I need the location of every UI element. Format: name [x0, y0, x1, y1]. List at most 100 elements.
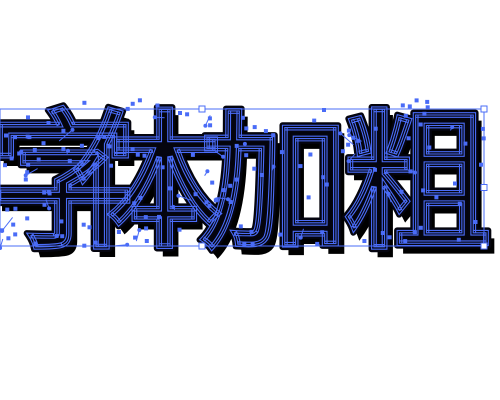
anchor-point[interactable]	[214, 197, 219, 202]
anchor-point[interactable]	[81, 222, 86, 227]
anchor-point[interactable]	[142, 153, 147, 158]
anchor-point[interactable]	[473, 220, 478, 224]
anchor-point[interactable]	[425, 99, 430, 104]
anchor-point[interactable]	[456, 237, 461, 242]
anchor-point[interactable]	[143, 215, 148, 220]
anchor-point[interactable]	[6, 236, 11, 241]
anchor-point[interactable]	[249, 229, 254, 234]
anchor-point[interactable]	[13, 135, 17, 140]
anchor-point[interactable]	[46, 121, 51, 125]
anchor-point[interactable]	[308, 152, 313, 157]
direction-handle-point[interactable]	[137, 228, 142, 232]
anchor-point[interactable]	[407, 104, 412, 109]
anchor-point[interactable]	[96, 136, 101, 141]
anchor-point[interactable]	[135, 152, 140, 157]
anchor-point[interactable]	[41, 141, 46, 146]
anchor-point[interactable]	[298, 164, 303, 169]
anchor-point[interactable]	[463, 141, 468, 146]
bounding-box-handle[interactable]	[198, 242, 206, 250]
anchor-point[interactable]	[380, 231, 385, 235]
bounding-box-handle[interactable]	[480, 184, 488, 191]
anchor-point[interactable]	[306, 195, 311, 200]
anchor-point[interactable]	[279, 150, 284, 155]
direction-handle-point[interactable]	[271, 164, 276, 169]
anchor-point[interactable]	[17, 151, 22, 156]
anchor-point[interactable]	[138, 195, 143, 200]
anchor-point[interactable]	[54, 234, 59, 238]
direction-handle-point[interactable]	[171, 204, 176, 209]
direction-handle-point[interactable]	[47, 206, 52, 211]
anchor-point[interactable]	[418, 225, 423, 230]
anchor-point[interactable]	[403, 239, 408, 244]
anchor-point[interactable]	[116, 230, 121, 234]
anchor-point[interactable]	[434, 195, 439, 200]
anchor-point[interactable]	[244, 153, 249, 158]
anchor-point[interactable]	[400, 103, 405, 108]
direction-handle-point[interactable]	[386, 191, 391, 196]
direction-handle-point[interactable]	[66, 148, 70, 153]
anchor-point[interactable]	[5, 207, 10, 212]
anchor-point[interactable]	[132, 201, 137, 206]
anchor-point[interactable]	[130, 147, 135, 152]
anchor-point[interactable]	[228, 183, 233, 188]
anchor-point[interactable]	[26, 115, 30, 120]
anchor-point[interactable]	[238, 224, 243, 229]
anchor-point[interactable]	[155, 103, 160, 108]
anchor-point[interactable]	[321, 175, 326, 180]
anchor-point[interactable]	[107, 144, 112, 149]
anchor-point[interactable]	[244, 126, 249, 131]
direction-handle-point[interactable]	[152, 115, 157, 120]
anchor-point[interactable]	[79, 143, 84, 148]
anchor-point[interactable]	[13, 232, 18, 237]
anchor-point[interactable]	[278, 232, 283, 237]
direction-handle-point[interactable]	[413, 170, 417, 175]
anchor-point[interactable]	[144, 239, 149, 243]
anchor-point[interactable]	[252, 166, 257, 171]
anchor-point[interactable]	[109, 163, 113, 168]
anchor-point[interactable]	[87, 225, 92, 230]
anchor-point[interactable]	[59, 219, 64, 224]
anchor-point[interactable]	[399, 189, 404, 194]
selected-text-object[interactable]: 字体加粗 字体加粗 字体加粗	[0, 0, 500, 400]
direction-handle-point[interactable]	[298, 235, 303, 240]
anchor-point[interactable]	[27, 135, 32, 140]
anchor-point[interactable]	[234, 143, 239, 148]
anchor-point[interactable]	[373, 167, 377, 172]
anchor-point[interactable]	[190, 152, 195, 157]
anchor-point[interactable]	[315, 241, 320, 246]
anchor-point[interactable]	[42, 190, 47, 195]
anchor-point[interactable]	[32, 147, 37, 152]
bounding-box-handle[interactable]	[480, 105, 488, 113]
anchor-point[interactable]	[93, 240, 98, 245]
anchor-point[interactable]	[373, 126, 378, 131]
anchor-point[interactable]	[160, 165, 165, 170]
anchor-point[interactable]	[221, 188, 226, 193]
anchor-point[interactable]	[362, 239, 367, 243]
anchor-point[interactable]	[387, 235, 392, 240]
anchor-point[interactable]	[42, 202, 47, 207]
direction-handle-point[interactable]	[203, 123, 208, 128]
anchor-point[interactable]	[312, 118, 317, 123]
anchor-point[interactable]	[412, 230, 417, 235]
anchor-point[interactable]	[457, 201, 462, 206]
anchor-point[interactable]	[208, 123, 213, 128]
anchor-point[interactable]	[26, 162, 31, 167]
bounding-box-handle[interactable]	[198, 105, 206, 113]
anchor-point[interactable]	[157, 214, 161, 219]
anchor-point[interactable]	[259, 173, 264, 177]
anchor-point[interactable]	[82, 100, 87, 105]
anchor-point[interactable]	[418, 122, 423, 127]
anchor-point[interactable]	[406, 136, 411, 141]
anchor-point[interactable]	[36, 157, 41, 162]
anchor-point[interactable]	[422, 111, 427, 116]
anchor-point[interactable]	[414, 98, 419, 103]
anchor-point[interactable]	[207, 203, 212, 208]
anchor-point[interactable]	[168, 186, 172, 191]
artboard-canvas[interactable]: 字体加粗 字体加粗 字体加粗	[0, 0, 500, 400]
anchor-point[interactable]	[60, 234, 65, 239]
direction-handle-point[interactable]	[450, 125, 455, 130]
anchor-point[interactable]	[320, 230, 325, 235]
anchor-point[interactable]	[421, 188, 426, 193]
anchor-point[interactable]	[240, 115, 245, 120]
direction-handle-point[interactable]	[242, 141, 247, 146]
